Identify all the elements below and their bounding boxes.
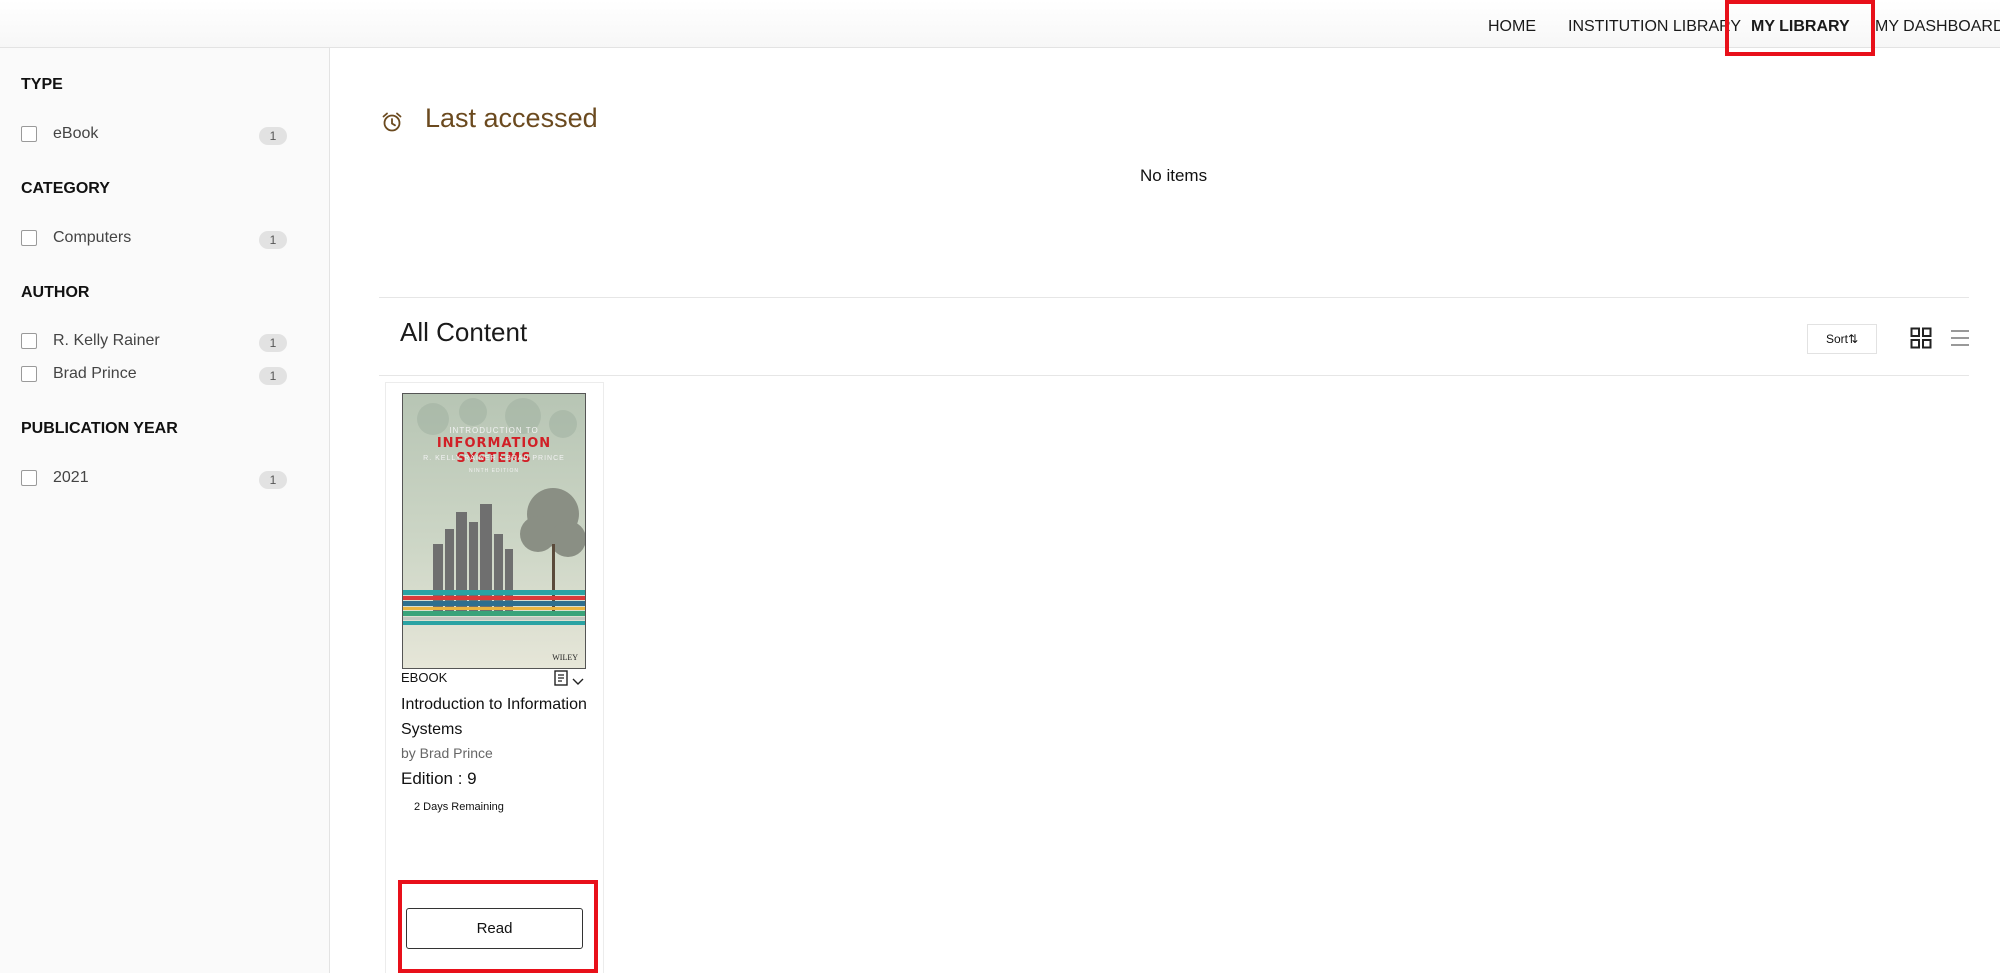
cover-text: INTRODUCTION TO — [449, 426, 539, 435]
cover-authors: R. KELLY RAINER • BRAD PRINCE — [423, 455, 565, 462]
book-cover[interactable]: INTRODUCTION TO INFORMATION SYSTEMS R. K… — [402, 393, 586, 669]
read-button[interactable]: Read — [406, 908, 583, 949]
filter-label: 2021 — [53, 469, 89, 486]
list-view-icon[interactable] — [1950, 328, 1970, 348]
filter-heading-category: CATEGORY — [21, 180, 110, 197]
days-remaining: 2 Days Remaining — [414, 801, 504, 813]
section-divider — [379, 297, 1969, 298]
filter-sidebar: TYPE eBook 1 CATEGORY Computers 1 AUTHOR… — [0, 48, 330, 973]
filter-count-badge: 1 — [259, 367, 287, 385]
filter-label: Computers — [53, 229, 132, 246]
filter-label: R. Kelly Rainer — [53, 332, 160, 349]
book-author: by Brad Prince — [401, 745, 493, 761]
chevron-down-icon[interactable] — [572, 678, 584, 686]
filter-count-badge: 1 — [259, 231, 287, 249]
sort-button[interactable]: Sort⇅ — [1807, 324, 1877, 354]
nav-my-dashboard[interactable]: MY DASHBOARD — [1875, 0, 2000, 48]
no-items-text: No items — [1140, 166, 1208, 185]
filter-option-brad-prince[interactable]: Brad Prince 1 — [21, 363, 287, 387]
filter-checkbox[interactable] — [21, 230, 37, 246]
sort-label: Sort — [1825, 332, 1848, 346]
book-title[interactable]: Introduction to Information Systems — [401, 692, 597, 742]
filter-checkbox[interactable] — [21, 333, 37, 349]
filter-label: Brad Prince — [53, 365, 137, 382]
filter-heading-author: AUTHOR — [21, 284, 90, 301]
filter-checkbox[interactable] — [21, 470, 37, 486]
filter-count-badge: 1 — [259, 334, 287, 352]
cover-publisher: WILEY — [552, 653, 578, 662]
filter-option-2021[interactable]: 2021 1 — [21, 467, 287, 491]
filter-label: eBook — [53, 125, 99, 142]
sort-arrows-icon: ⇅ — [1847, 332, 1859, 346]
alarm-clock-icon — [382, 112, 402, 132]
filter-checkbox[interactable] — [21, 126, 37, 142]
filter-heading-publication-year: PUBLICATION YEAR — [21, 420, 178, 437]
nav-home[interactable]: HOME — [1488, 0, 1536, 48]
last-accessed-title: Last accessed — [425, 103, 598, 133]
cover-edition: NINTH EDITION — [469, 468, 519, 474]
book-type-label: EBOOK — [401, 670, 448, 685]
section-divider — [379, 375, 1969, 376]
filter-option-computers[interactable]: Computers 1 — [21, 227, 287, 251]
ebook-icon[interactable] — [554, 670, 568, 686]
filter-option-r-kelly-rainer[interactable]: R. Kelly Rainer 1 — [21, 330, 287, 354]
filter-option-ebook[interactable]: eBook 1 — [21, 123, 287, 147]
my-library-highlight — [1725, 0, 1875, 56]
filter-count-badge: 1 — [259, 127, 287, 145]
filter-count-badge: 1 — [259, 471, 287, 489]
filter-heading-type: TYPE — [21, 76, 63, 93]
top-nav: HOME INSTITUTION LIBRARY MY LIBRARY MY D… — [0, 0, 2000, 48]
book-edition: Edition : 9 — [401, 769, 477, 788]
all-content-title: All Content — [400, 317, 528, 347]
filter-checkbox[interactable] — [21, 366, 37, 382]
grid-view-icon[interactable] — [1910, 327, 1932, 349]
nav-institution-library[interactable]: INSTITUTION LIBRARY — [1568, 0, 1741, 48]
